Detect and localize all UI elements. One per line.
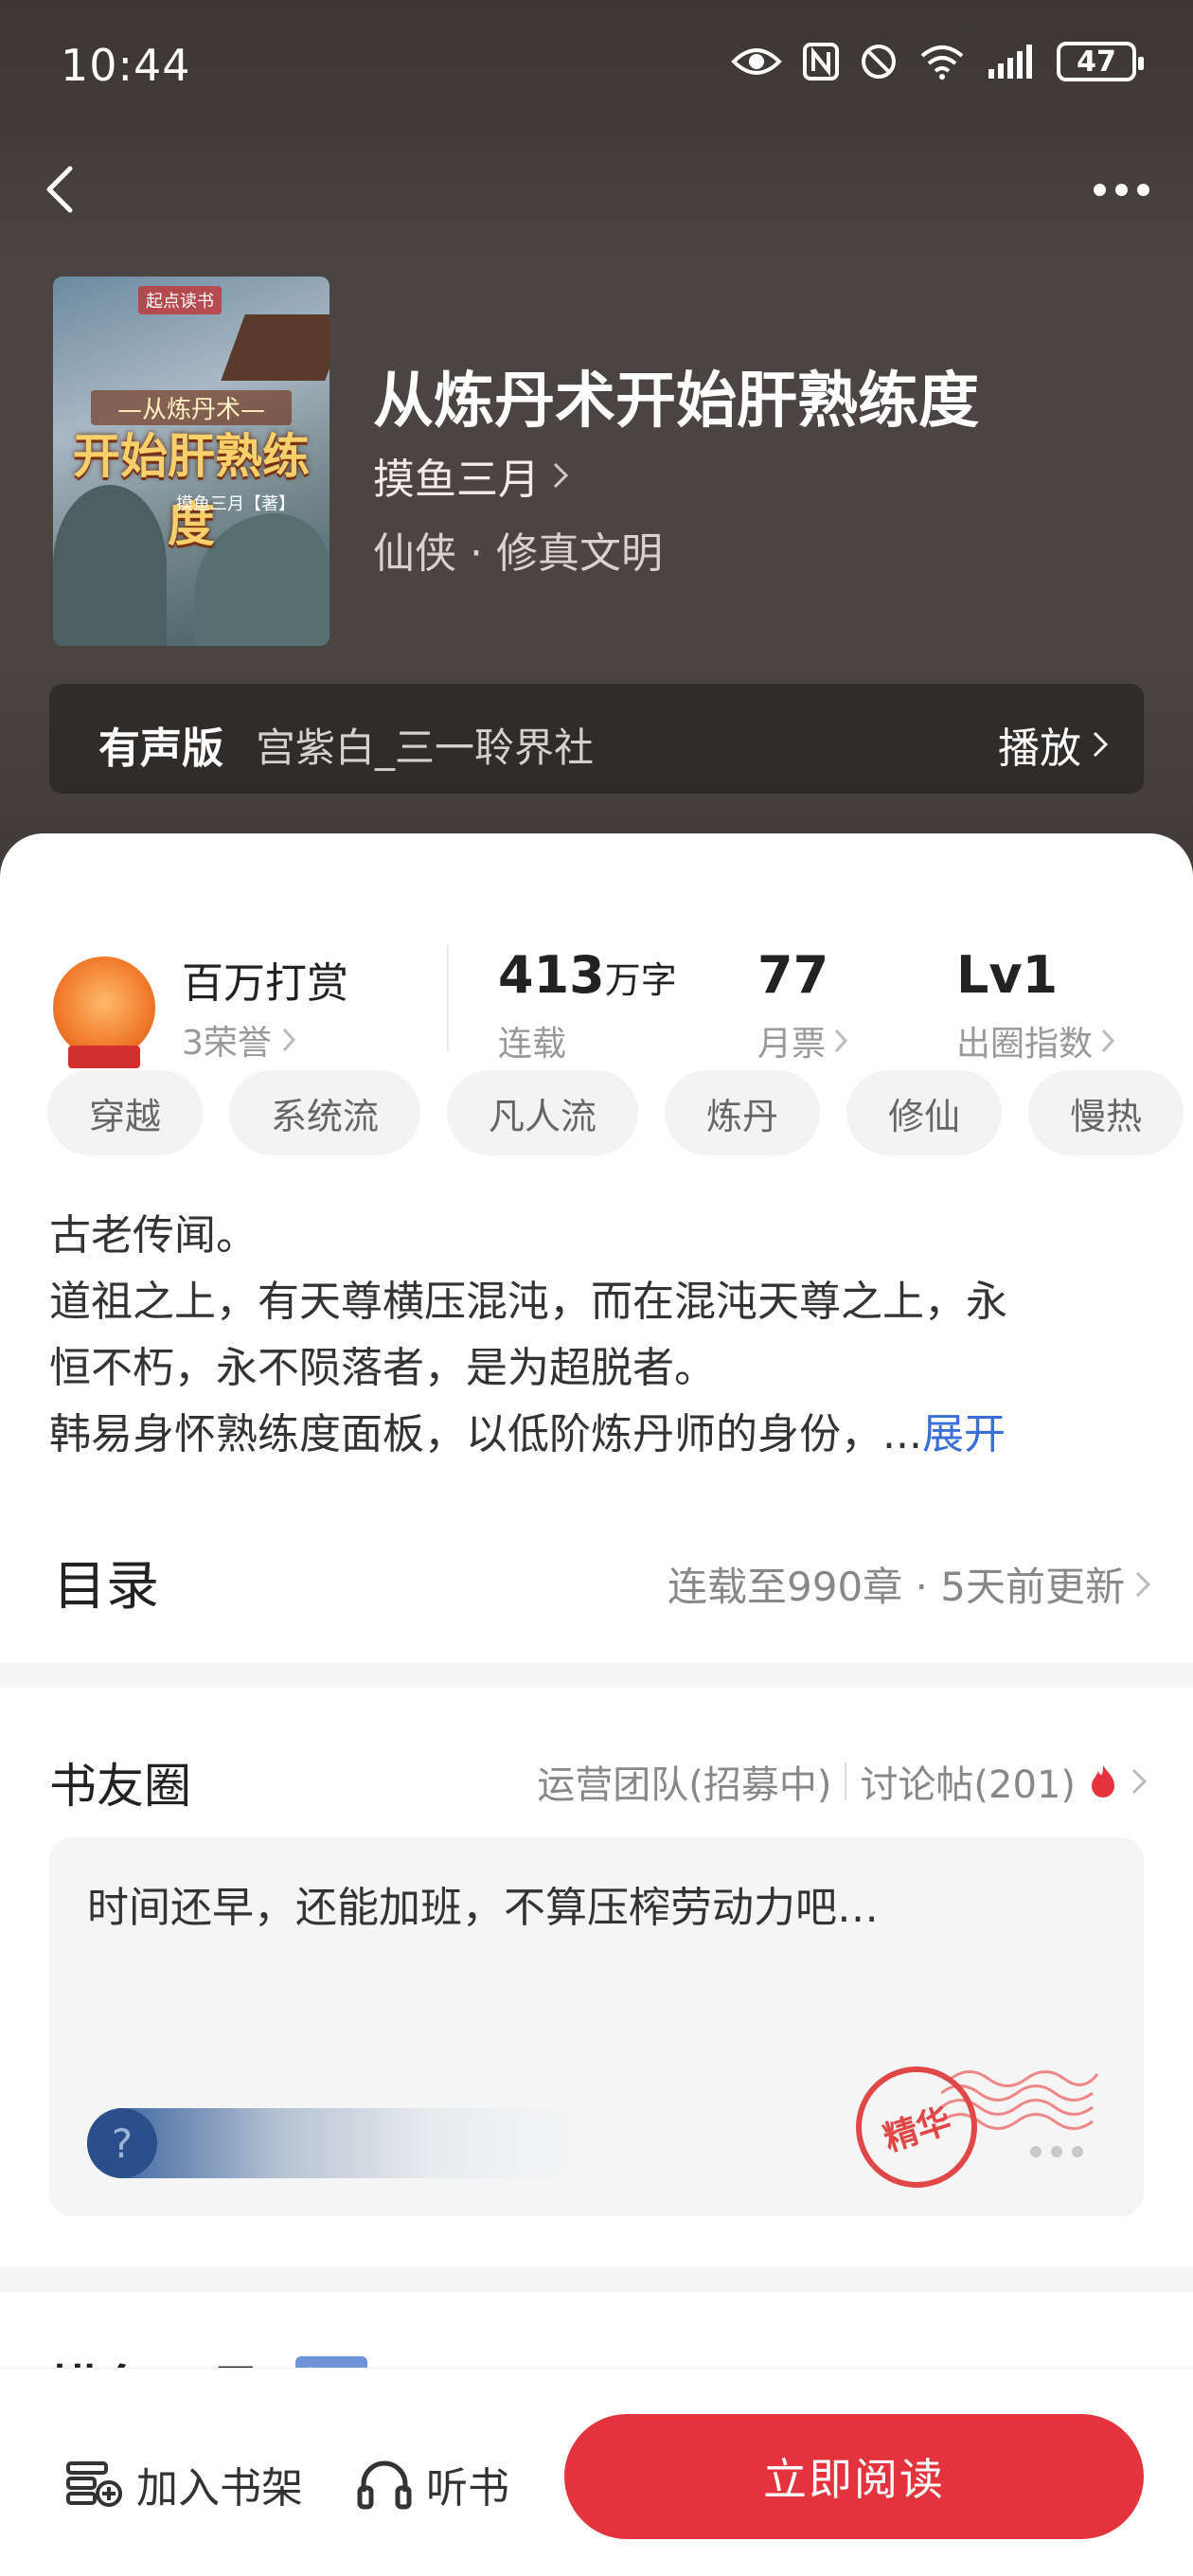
avatar: ? — [87, 2108, 157, 2178]
synopsis-line: 韩易身怀熟练度面板，以低阶炼丹师的身份，... — [49, 1410, 922, 1458]
cover-author: 摸鱼三月【著】 — [176, 494, 295, 514]
chevron-right-icon — [1101, 1029, 1115, 1053]
book-detail-card: 百万打赏 3荣誉 413万字 连载 77 月票 Lv1 出圈指数 穿越 系统流 … — [0, 833, 1193, 2576]
book-author-link[interactable]: 摸鱼三月 — [373, 445, 570, 506]
word-count-value: 413 — [498, 945, 605, 1005]
book-circle-header[interactable]: 书友圈 运营团队(招募中) 讨论帖(201) — [49, 1743, 1148, 1818]
listen-button[interactable]: 听书 — [356, 2454, 509, 2514]
meta-divider — [845, 1762, 847, 1800]
tag-chip[interactable]: 炼丹 — [665, 1070, 821, 1155]
add-to-shelf-button[interactable]: 加入书架 — [64, 2454, 303, 2514]
post-more-icon[interactable] — [1030, 2146, 1083, 2157]
synopsis-line: 道祖之上，有天尊横压混沌，而在混沌天尊之上，永 — [49, 1278, 1007, 1326]
chevron-right-icon — [1093, 731, 1109, 758]
book-author-name: 摸鱼三月 — [373, 456, 540, 504]
wifi-icon — [920, 45, 964, 80]
chevron-right-icon — [282, 1028, 295, 1052]
monthly-tickets-label: 月票 — [757, 1025, 827, 1064]
synopsis-line: 恒不朽，永不陨落者，是为超脱者。 — [49, 1344, 716, 1392]
tag-chip[interactable]: 凡人流 — [447, 1070, 639, 1155]
audio-version-bar[interactable]: 有声版 宫紫白_三一聆界社 播放 — [49, 684, 1144, 794]
ops-team-link[interactable]: 运营团队(招募中) — [537, 1754, 831, 1809]
nfc-icon — [803, 43, 839, 80]
popularity-level-label: 出圈指数 — [956, 1025, 1094, 1064]
audio-tag: 有声版 — [98, 724, 223, 773]
popularity-level-stat[interactable]: Lv1 出圈指数 — [956, 945, 1115, 1065]
book-header: 10:44 47 起点读书 —从炼丹术— 开始肝熟练度 摸鱼三月【著】 从炼丹术… — [0, 0, 1193, 909]
headphones-icon — [357, 2460, 412, 2510]
table-of-contents-row[interactable]: 目录 连载至990章 · 5天前更新 — [53, 1534, 1151, 1619]
reward-badge-icon — [53, 957, 155, 1068]
book-stats: 百万打赏 3荣誉 413万字 连载 77 月票 Lv1 出圈指数 — [0, 890, 1193, 1068]
section-divider — [0, 2267, 1193, 2292]
chevron-right-icon — [1131, 1768, 1148, 1795]
read-now-button[interactable]: 立即阅读 — [564, 2414, 1144, 2539]
monthly-tickets-stat[interactable]: 77 月票 — [757, 945, 848, 1065]
section-divider — [0, 1663, 1193, 1688]
signal-icon — [988, 45, 1032, 79]
reward-honors: 3荣誉 — [182, 1024, 272, 1063]
tag-chip[interactable]: 慢热 — [1028, 1070, 1184, 1155]
reward-title: 百万打赏 — [182, 959, 348, 1008]
synopsis-line: 古老传闻。 — [49, 1211, 258, 1260]
status-icons: 47 — [731, 42, 1144, 81]
audio-play-label: 播放 — [998, 724, 1081, 773]
status-time: 10:44 — [61, 40, 191, 91]
battery-icon: 47 — [1057, 42, 1144, 81]
reward-honors-link[interactable]: 3荣誉 — [182, 1015, 296, 1064]
monthly-tickets-value: 77 — [757, 945, 829, 1005]
add-to-shelf-label: 加入书架 — [136, 2464, 303, 2513]
audio-play-button[interactable]: 播放 — [998, 714, 1110, 775]
add-shelf-icon — [66, 2461, 122, 2507]
book-synopsis[interactable]: 古老传闻。 道祖之上，有天尊横压混沌，而在混沌天尊之上，永 恒不朽，永不陨落者，… — [49, 1203, 1148, 1468]
book-cover[interactable]: 起点读书 —从炼丹术— 开始肝熟练度 摸鱼三月【著】 — [53, 277, 329, 646]
popularity-level-value: Lv1 — [956, 945, 1059, 1005]
word-count-label: 连载 — [498, 1025, 567, 1064]
more-options-icon[interactable] — [1083, 175, 1159, 204]
book-title: 从炼丹术开始肝熟练度 — [373, 366, 979, 437]
tag-chip[interactable]: 穿越 — [47, 1070, 204, 1155]
expand-synopsis-link[interactable]: 展开 — [922, 1410, 1006, 1458]
post-user-info[interactable]: ? — [87, 2108, 579, 2178]
book-genre: 仙侠 · 修真文明 — [373, 529, 663, 578]
tag-chip[interactable]: 系统流 — [229, 1070, 421, 1155]
toc-meta: 连载至990章 · 5天前更新 — [668, 1555, 1151, 1613]
bottom-action-bar: 加入书架 听书 立即阅读 — [0, 2368, 1193, 2576]
fire-icon — [1092, 1765, 1114, 1798]
battery-level: 47 — [1077, 45, 1116, 79]
chevron-right-icon — [553, 462, 569, 489]
back-arrow-icon[interactable] — [34, 161, 91, 218]
status-bar: 10:44 47 — [0, 0, 1193, 133]
cover-brand: 起点读书 — [138, 286, 222, 314]
book-circle-title: 书友圈 — [49, 1759, 191, 1814]
chevron-right-icon — [1135, 1571, 1151, 1597]
word-count-stat: 413万字 连载 — [498, 945, 677, 1065]
synopsis-line-last: 韩易身怀熟练度面板，以低阶炼丹师的身份，...展开 — [49, 1402, 1148, 1468]
chevron-right-icon — [834, 1029, 848, 1053]
audio-narrator: 宫紫白_三一聆界社 — [256, 724, 595, 771]
word-count-unit: 万字 — [604, 959, 677, 1001]
listen-label: 听书 — [426, 2464, 509, 2513]
book-circle-meta: 运营团队(招募中) 讨论帖(201) — [537, 1754, 1148, 1809]
featured-stamp: 精华 — [840, 2050, 1102, 2207]
discussion-count[interactable]: 讨论帖(201) — [860, 1754, 1076, 1809]
toc-title: 目录 — [53, 1556, 159, 1618]
toc-update-info: 连载至990章 · 5天前更新 — [668, 1564, 1125, 1610]
eye-icon — [731, 48, 782, 75]
featured-post-card[interactable]: 时间还早，还能加班，不算压榨劳动力吧… ? 精华 — [49, 1837, 1144, 2216]
post-text: 时间还早，还能加班，不算压榨劳动力吧… — [87, 1884, 879, 1932]
mute-icon — [862, 45, 896, 79]
tag-chip[interactable]: 修仙 — [846, 1070, 1003, 1155]
tag-list: 穿越 系统流 凡人流 炼丹 修仙 慢热 — [47, 1070, 1193, 1155]
stats-divider — [447, 945, 449, 1051]
cover-title: 开始肝熟练度 — [73, 428, 310, 552]
